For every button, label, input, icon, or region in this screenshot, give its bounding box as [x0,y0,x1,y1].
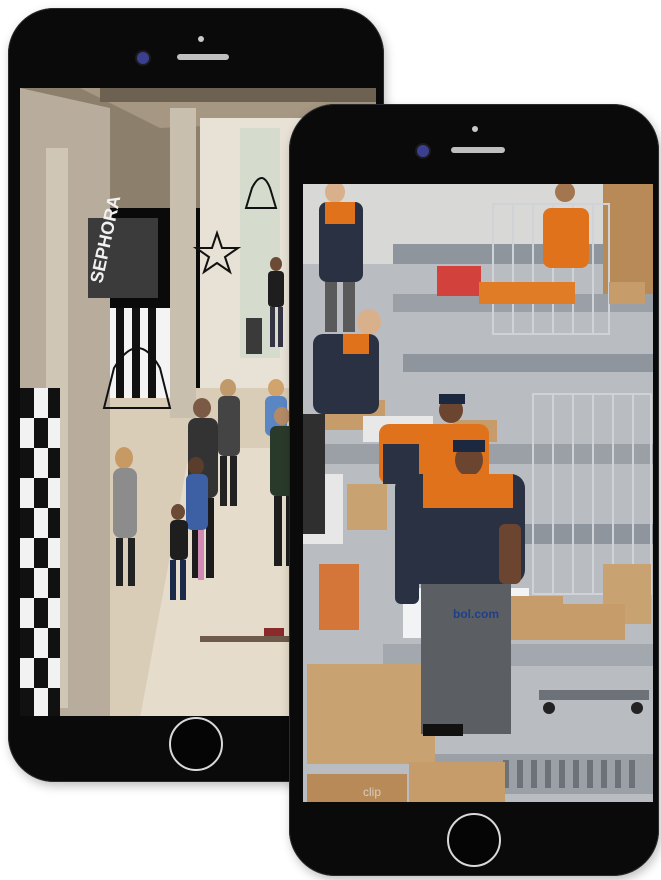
warehouse-photo: bol.com clip [303,184,653,802]
proximity-sensor [472,126,478,132]
front-camera-icon [417,145,429,157]
earpiece-speaker [177,54,229,60]
watermark-text: clip [363,785,381,799]
earpiece-speaker [451,147,505,153]
home-button-icon[interactable] [447,813,501,867]
front-camera-icon [137,52,149,64]
phone-screen-warehouse: bol.com clip [303,184,653,802]
phone-mockup-front: bol.com clip [289,104,659,876]
checker-pattern [20,388,60,716]
home-button-icon[interactable] [169,717,223,771]
proximity-sensor [198,36,204,42]
box-label-text: bol.com [453,607,499,621]
